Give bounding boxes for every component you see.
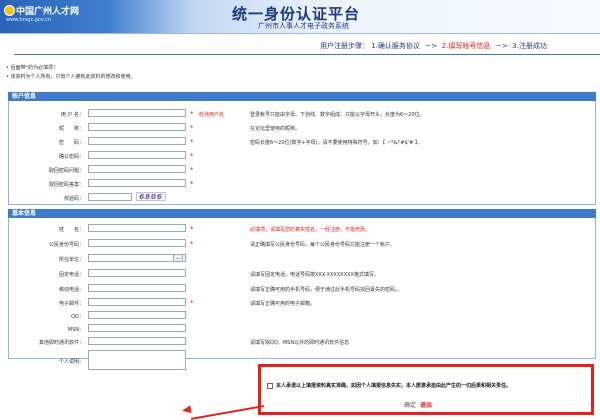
msn-input[interactable]	[88, 324, 186, 332]
agreement-checkbox[interactable]	[267, 383, 273, 389]
note-text: • 后面带	[6, 65, 26, 71]
name-label: 姓 名：	[58, 227, 84, 233]
step-arrow-icon: －>	[494, 42, 508, 50]
required-star-icon: *	[190, 152, 194, 160]
registration-steps: 用户注册步骤： 1.确认服务协议 －> 2.填写帐号信息 －> 3.注册成功	[320, 41, 547, 51]
name-hint: 必填项，请填写您的真实姓名，一经注册，不能修改。	[250, 227, 371, 233]
account-section-title: 帐户信息	[8, 92, 596, 101]
unit-input[interactable]	[88, 254, 186, 262]
id-number-label: 公民身份号码：	[48, 242, 84, 248]
username-hint: 登录帐号只能由字母、下划线、数字组成，只能以字母开头，长度为6～20位。	[250, 112, 425, 118]
captcha-image[interactable]: 6806	[136, 192, 166, 201]
ownership-note: • 该资料为个人所有，只有个人拥有此资料的修改和使用。	[6, 74, 136, 80]
nickname-input[interactable]	[88, 123, 186, 131]
mobile-hint: 请填写正确可用的手机号码，便于通过此手机号码找回丢失的密码。。	[250, 287, 403, 293]
required-star-icon: *	[190, 225, 194, 233]
id-number-input[interactable]	[88, 239, 186, 247]
site-logo[interactable]: 中国广州人才网	[16, 4, 79, 17]
agreement-text: 本人承诺以上填报资料真实准确，如因个人填报信息失实，本人愿意承担由此产生的一切后…	[276, 383, 512, 389]
msn-label: MSN：	[67, 327, 84, 333]
steps-divider	[14, 54, 600, 55]
logo-icon	[4, 5, 15, 16]
confirm-button[interactable]: 确定	[404, 400, 416, 409]
captcha-label: 校验码：	[63, 196, 84, 202]
nickname-label: 昵 称：	[58, 126, 84, 132]
bio-textarea[interactable]	[88, 350, 186, 370]
security-answer-input[interactable]	[88, 179, 186, 187]
note-text: 的为必填项！	[28, 65, 59, 71]
unit-picker-button[interactable]: ...	[173, 254, 183, 262]
required-star-icon: *	[190, 138, 194, 146]
step-arrow-icon: －>	[424, 42, 438, 50]
required-star-icon: *	[190, 124, 194, 132]
step-2-current: 2.填写帐号信息	[441, 42, 491, 50]
security-question-input[interactable]	[88, 165, 186, 173]
im-hint: 请填写除QQ、MSN以外的即时通讯软件信息	[250, 340, 350, 346]
email-hint: 请填写正确可用的电子邮箱。	[250, 301, 316, 307]
page-subtitle: 广州市人事人才电子政务系统	[258, 22, 349, 30]
step-1: 1.确认服务协议	[371, 42, 420, 50]
required-star-icon: *	[190, 180, 194, 188]
qq-input[interactable]	[88, 311, 186, 319]
exit-button[interactable]: 退出	[420, 400, 432, 409]
security-answer-label: 取回密码答案：	[48, 182, 84, 188]
steps-prefix: 用户注册步骤：	[320, 42, 369, 50]
qq-label: QQ：	[71, 314, 84, 320]
step-3: 3.注册成功	[512, 42, 547, 50]
arrow-head-icon	[181, 405, 192, 415]
confirm-password-label: 确认密码：	[58, 154, 84, 160]
required-star-icon: *	[190, 240, 194, 248]
captcha-input[interactable]	[88, 193, 132, 201]
username-label: 用 户 名：	[60, 112, 84, 118]
im-input[interactable]	[88, 337, 186, 345]
name-input[interactable]	[88, 224, 186, 232]
password-input[interactable]	[88, 137, 186, 145]
email-input[interactable]	[88, 298, 186, 306]
phone-label: 固定电话：	[58, 272, 84, 278]
basic-info-section-title: 基本信息	[8, 209, 596, 218]
required-star-icon: *	[190, 166, 194, 174]
mobile-input[interactable]	[88, 284, 186, 292]
required-star-icon: *	[190, 299, 194, 307]
email-label: 电子邮件：	[58, 301, 84, 307]
required-star-icon: *	[190, 110, 194, 118]
required-note: • 后面带*的为必填项！	[6, 64, 58, 71]
nickname-hint: 在论坛里使用的昵称。	[250, 126, 301, 132]
mobile-label: 移动电话：	[58, 287, 84, 293]
phone-hint: 请填写固定电话，电话号码按XXX-XXXXXXXX格式填写。	[250, 272, 379, 278]
password-hint: 密码长度6～20位(数字+字母)，请不要使用特殊符号，如：【 ~*&/'#$'#…	[250, 140, 423, 146]
username-input[interactable]	[88, 109, 186, 117]
phone-input[interactable]	[88, 269, 186, 277]
site-url: www.hrsgz.gov.cn	[6, 17, 51, 23]
confirm-password-input[interactable]	[88, 151, 186, 159]
password-label: 密 码：	[58, 140, 84, 146]
im-label: 其他即时通讯软件：	[38, 340, 84, 346]
header-divider	[0, 33, 600, 34]
check-username-link[interactable]: 检测用户名	[199, 111, 224, 118]
highlight-arrow	[190, 405, 265, 420]
unit-label: 所在单位：	[58, 257, 84, 263]
security-question-label: 取回密码问题：	[48, 168, 84, 174]
id-number-hint: 请正确填写公民身份号码，每个公民身份号码只能注册一个帐户。	[250, 242, 396, 248]
bio-label: 个人说明：	[58, 359, 84, 365]
